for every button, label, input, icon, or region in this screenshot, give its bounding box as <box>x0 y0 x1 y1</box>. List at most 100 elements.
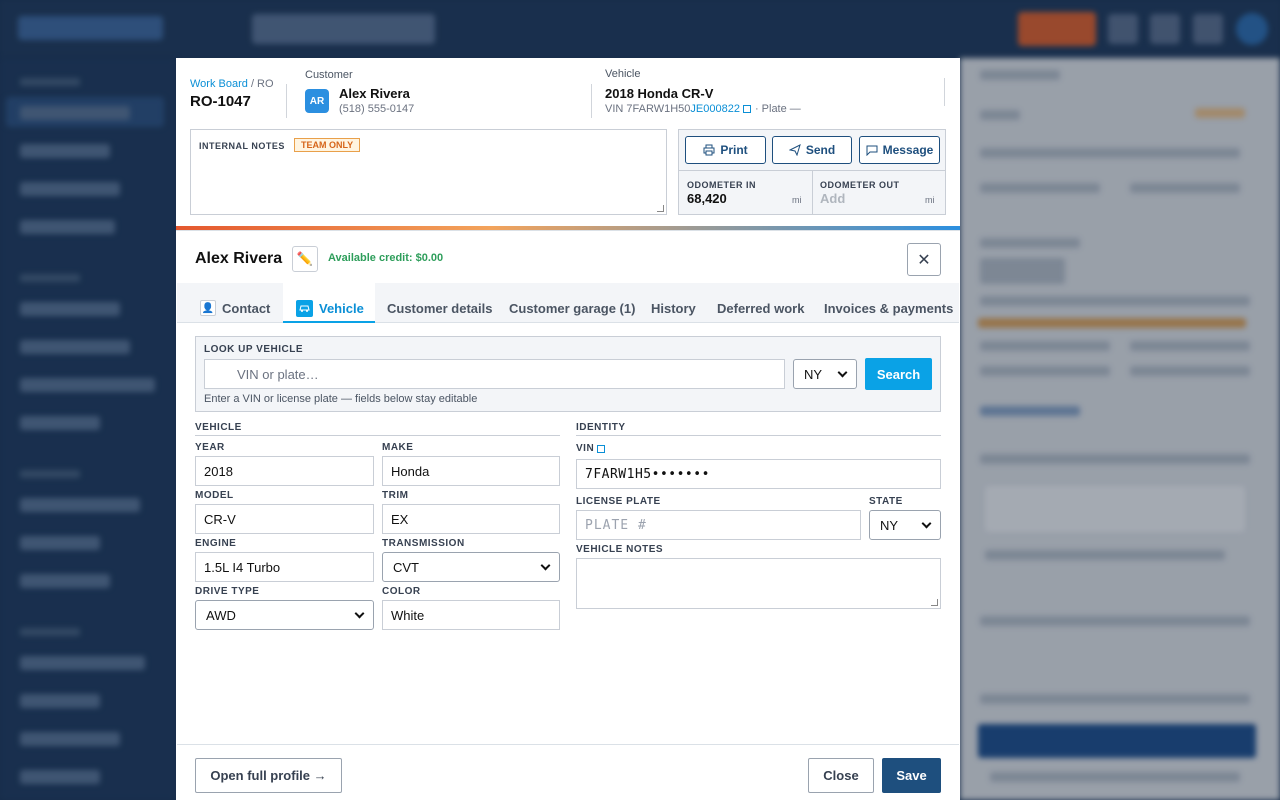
printer-icon <box>703 144 715 156</box>
vin-prefix: VIN 7FARW1H50 <box>605 103 691 115</box>
trim-label: TRIM <box>382 490 409 501</box>
divider <box>286 84 287 118</box>
modal-close-button[interactable]: ✕ <box>907 243 941 276</box>
resize-handle-icon[interactable] <box>657 205 664 212</box>
vin-input[interactable]: 7FARW1H5••••••• <box>576 459 941 489</box>
state-select[interactable]: NY <box>869 510 941 540</box>
license-plate-placeholder: PLATE # <box>585 517 647 533</box>
team-only-badge: TEAM ONLY <box>294 138 361 152</box>
person-icon: 👤 <box>200 300 216 316</box>
vin-label: VIN <box>576 443 595 454</box>
message-icon <box>866 145 878 156</box>
model-label: MODEL <box>195 490 234 501</box>
print-label: Print <box>720 143 748 157</box>
tab-invoices-payments[interactable]: Invoices & payments <box>824 293 953 323</box>
send-button[interactable]: Send <box>772 136 852 164</box>
tab-customer-details-label: Customer details <box>387 300 493 316</box>
divider <box>195 435 560 436</box>
tab-deferred-work[interactable]: Deferred work <box>717 293 804 323</box>
drive-type-label: DRIVE TYPE <box>195 586 260 597</box>
year-input[interactable]: 2018 <box>195 456 374 486</box>
vin-link[interactable]: JE000822 <box>690 103 740 115</box>
divider <box>576 435 941 436</box>
chevron-down-icon <box>540 560 551 570</box>
ro-actions-panel: Print Send Message ODOMETER IN 68,420 mi… <box>678 129 946 215</box>
lookup-state-select[interactable]: NY <box>793 359 857 389</box>
vehicle-name: 2018 Honda CR-V <box>605 86 714 101</box>
divider <box>177 744 959 745</box>
trim-input[interactable]: EX <box>382 504 560 534</box>
tab-customer-garage[interactable]: Customer garage (1) <box>509 293 635 323</box>
plate-value: · Plate — <box>754 103 801 115</box>
lookup-search-button[interactable]: Search <box>865 358 932 390</box>
model-value: CR-V <box>204 511 236 527</box>
repair-order-header: Work Board / RO RO-1047 Customer AR Alex… <box>176 58 960 228</box>
copy-icon[interactable] <box>742 105 751 113</box>
print-button[interactable]: Print <box>685 136 766 164</box>
drive-type-select[interactable]: AWD <box>195 600 374 630</box>
state-label: STATE <box>869 496 903 507</box>
license-plate-label: LICENSE PLATE <box>576 496 661 507</box>
internal-notes-label: INTERNAL NOTES <box>199 141 285 151</box>
chevron-down-icon <box>837 367 848 377</box>
make-value: Honda <box>391 463 430 479</box>
odometer-out-label: ODOMETER OUT <box>820 180 900 190</box>
ro-number: RO-1047 <box>190 93 251 110</box>
tab-contact[interactable]: 👤 Contact <box>200 293 270 323</box>
lookup-state-value: NY <box>804 366 823 382</box>
make-input[interactable]: Honda <box>382 456 560 486</box>
engine-value: 1.5L I4 Turbo <box>204 559 281 575</box>
odometer-in-label: ODOMETER IN <box>687 180 757 190</box>
odometer-in-value[interactable]: 68,420 <box>687 191 727 206</box>
year-label: YEAR <box>195 442 225 453</box>
open-full-profile-button[interactable]: Open full profile → <box>195 758 342 793</box>
chevron-down-icon <box>921 518 932 528</box>
trim-value: EX <box>391 511 409 527</box>
customer-avatar: AR <box>305 89 329 113</box>
save-button[interactable]: Save <box>882 758 941 793</box>
breadcrumb-separator: / RO <box>250 78 274 90</box>
vin-label-row: VIN <box>576 443 606 454</box>
license-plate-input[interactable]: PLATE # <box>576 510 861 540</box>
resize-handle-icon[interactable] <box>931 599 938 606</box>
odometer-in-unit: mi <box>792 195 802 205</box>
vehicle-caption: Vehicle <box>605 68 641 80</box>
tab-vehicle[interactable]: Vehicle <box>296 293 364 323</box>
message-label: Message <box>882 143 934 157</box>
odometer-out-input[interactable]: Add <box>820 191 845 206</box>
divider <box>591 84 592 118</box>
drive-type-value: AWD <box>206 607 236 623</box>
close-button[interactable]: Close <box>808 758 874 793</box>
customer-phone[interactable]: (518) 555-0147 <box>339 103 414 115</box>
send-label: Send <box>805 143 836 157</box>
vehicle-section-title: VEHICLE <box>195 422 242 433</box>
state-value: NY <box>880 517 899 533</box>
tab-vehicle-label: Vehicle <box>319 300 364 316</box>
model-input[interactable]: CR-V <box>195 504 374 534</box>
internal-notes-box[interactable]: INTERNAL NOTES TEAM ONLY <box>190 129 667 215</box>
pencil-icon: ✏️ <box>296 251 314 266</box>
message-button[interactable]: Message <box>859 136 940 164</box>
engine-label: ENGINE <box>195 538 237 549</box>
vehicle-notes-textarea[interactable] <box>576 558 941 609</box>
lookup-label: LOOK UP VEHICLE <box>204 344 303 355</box>
vin-value: 7FARW1H5••••••• <box>585 466 710 482</box>
lookup-input[interactable]: VIN or plate… <box>204 359 785 389</box>
customer-name[interactable]: Alex Rivera <box>339 86 410 101</box>
transmission-select[interactable]: CVT <box>382 552 560 582</box>
divider <box>812 170 813 215</box>
tab-history[interactable]: History <box>651 293 696 323</box>
edit-name-button[interactable]: ✏️ <box>292 246 318 272</box>
tab-customer-details[interactable]: Customer details <box>387 293 492 323</box>
copy-icon[interactable] <box>597 444 606 453</box>
engine-input[interactable]: 1.5L I4 Turbo <box>195 552 374 582</box>
color-input[interactable]: White <box>382 600 560 630</box>
tab-customer-garage-label: Customer garage (1) <box>509 300 636 316</box>
available-credit: Available credit: $0.00 <box>328 252 444 264</box>
breadcrumb: Work Board / RO <box>190 78 274 90</box>
breadcrumb-work-board-link[interactable]: Work Board <box>190 78 248 90</box>
lookup-hint: Enter a VIN or license plate — fields be… <box>204 393 478 405</box>
year-value: 2018 <box>204 463 233 479</box>
tab-invoices-payments-label: Invoices & payments <box>824 300 954 316</box>
modal-title: Alex Rivera <box>195 250 283 267</box>
